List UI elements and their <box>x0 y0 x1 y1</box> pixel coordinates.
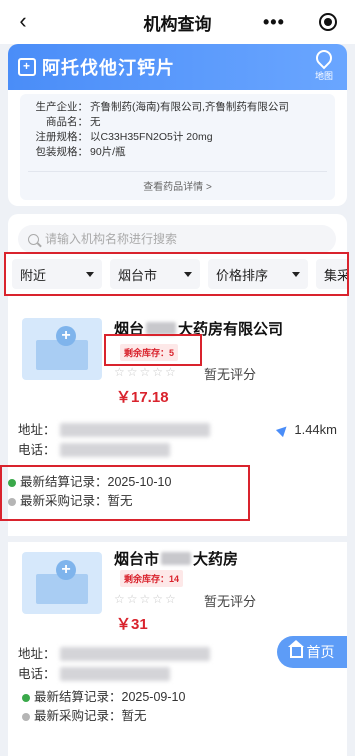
rating-text: 暂无评分 <box>204 594 257 609</box>
filter-bar: 附近 烟台市 价格排序 集采 <box>4 252 349 296</box>
store-name: 烟台市 大药房 <box>114 548 238 569</box>
purchase-record-text: 最新采购记录：暂无 <box>20 494 133 508</box>
store-name-suffix: 大药房 <box>193 551 239 568</box>
filter-price-sort[interactable]: 价格排序 <box>208 259 308 289</box>
search-input[interactable] <box>45 232 305 246</box>
grey-dot-icon <box>8 497 16 506</box>
info-value: 齐鲁制药(海南)有限公司,齐鲁制药有限公司 <box>90 101 289 113</box>
info-row-manufacturer: 生产企业： 齐鲁制药(海南)有限公司,齐鲁制药有限公司 <box>28 100 327 115</box>
purchase-record-text: 最新采购记录：暂无 <box>34 709 147 723</box>
info-row-package: 包装规格： 90片/瓶 <box>28 145 327 160</box>
settle-record-text: 最新结算记录：2025-10-10 <box>20 475 172 489</box>
home-label: 首页 <box>306 644 335 660</box>
settle-record: 最新结算记录：2025-09-10 <box>8 688 347 707</box>
stock-badge: 剩余库存：14 <box>120 570 184 587</box>
filter-label: 附近 <box>20 267 47 283</box>
info-key: 生产企业： <box>35 101 89 113</box>
address-label: 地址： <box>18 423 56 437</box>
stock-badge: 剩余库存：5 <box>120 344 179 361</box>
map-pin-icon <box>312 46 336 70</box>
filter-city[interactable]: 烟台市 <box>110 259 200 289</box>
distance[interactable]: 1.44km <box>276 420 337 440</box>
info-key: 商品名： <box>46 116 88 128</box>
medicine-icon <box>18 58 36 76</box>
distance-value: 1.44km <box>294 422 337 437</box>
filter-label: 烟台市 <box>118 267 158 283</box>
records-highlight-box: 最新结算记录：2025-10-10 最新采购记录：暂无 <box>0 465 250 521</box>
drug-name: 阿托伐他汀钙片 <box>42 58 175 78</box>
phone-line: 电话： <box>18 440 337 460</box>
pharmacy-image: + <box>22 318 102 380</box>
home-button[interactable]: 首页 <box>277 636 347 668</box>
address-line: 地址： 1.44km <box>18 420 337 440</box>
search-icon <box>28 233 39 245</box>
info-value: 以C33H35FN2O5计 20mg <box>90 131 213 143</box>
phone-label: 电话： <box>18 667 56 681</box>
search-box[interactable] <box>18 225 336 253</box>
rating-stars: ☆☆☆☆☆ <box>114 365 178 379</box>
drug-header: 阿托伐他汀钙片 地图 <box>8 44 347 90</box>
info-value: 无 <box>90 116 101 128</box>
price: ￥31 <box>116 616 148 633</box>
navigation-icon <box>276 422 291 438</box>
info-row-spec: 注册规格： 以C33H35FN2O5计 20mg <box>28 130 327 145</box>
grey-dot-icon <box>22 712 30 721</box>
page-title: 机构查询 <box>143 14 212 34</box>
info-row-trade-name: 商品名： 无 <box>28 115 327 130</box>
redacted-text <box>161 552 192 565</box>
info-value: 90片/瓶 <box>90 146 126 158</box>
home-icon <box>287 640 304 658</box>
purchase-record: 最新采购记录：暂无 <box>2 492 248 511</box>
drug-info-panel: 生产企业： 齐鲁制药(海南)有限公司,齐鲁制药有限公司 商品名： 无 注册规格：… <box>20 94 335 200</box>
store-name-prefix: 烟台市 <box>114 551 160 568</box>
redacted-address <box>59 647 210 661</box>
settle-record-text: 最新结算记录：2025-09-10 <box>34 690 186 704</box>
address-label: 地址： <box>18 647 56 661</box>
price: ￥17.18 <box>116 389 169 406</box>
filter-label: 集采 <box>324 267 349 283</box>
records: 最新结算记录：2025-09-10 最新采购记录：暂无 <box>8 688 347 726</box>
info-key: 包装规格： <box>35 146 89 158</box>
drug-detail-link[interactable]: 查看药品详情 > <box>28 171 327 193</box>
redacted-phone <box>59 667 170 681</box>
map-button[interactable]: 地图 <box>309 46 339 82</box>
filter-nearby[interactable]: 附近 <box>12 259 102 289</box>
drug-card: 阿托伐他汀钙片 地图 生产企业： 齐鲁制药(海南)有限公司,齐鲁制药有限公司 商… <box>8 44 347 206</box>
purchase-record: 最新采购记录：暂无 <box>8 707 347 726</box>
green-dot-icon <box>22 693 30 702</box>
phone-label: 电话： <box>18 443 56 457</box>
redacted-address <box>59 423 210 437</box>
info-key: 注册规格： <box>35 131 89 143</box>
map-label: 地图 <box>314 71 333 81</box>
chevron-left-icon: ‹ <box>19 8 27 33</box>
caret-down-icon <box>86 271 94 277</box>
mini-program-capsule: ••• <box>255 8 345 36</box>
navbar: ‹ 机构查询 ••• <box>0 0 355 44</box>
filter-procurement[interactable]: 集采 <box>316 259 349 289</box>
settle-record: 最新结算记录：2025-10-10 <box>2 473 248 492</box>
store-summary: + 烟台市 大药房 剩余库存：14 ☆☆☆☆☆ 暂无评分 ￥31 <box>8 542 347 638</box>
rating-stars: ☆☆☆☆☆ <box>114 592 178 606</box>
redacted-phone <box>59 443 170 457</box>
store-detail: 地址： 1.44km 电话： <box>8 420 347 460</box>
filter-label: 价格排序 <box>216 267 269 283</box>
pharmacy-image: + <box>22 552 102 614</box>
green-dot-icon <box>8 478 16 487</box>
caret-down-icon <box>184 271 192 277</box>
back-button[interactable]: ‹ <box>10 8 36 34</box>
store-summary: + 烟台 大药房有限公司 剩余库存：5 ☆☆☆☆☆ 暂无评分 ￥17.18 <box>8 304 347 406</box>
rating-text: 暂无评分 <box>204 367 257 382</box>
close-target-icon[interactable] <box>319 13 337 31</box>
more-button[interactable]: ••• <box>263 12 285 33</box>
caret-down-icon <box>292 271 300 277</box>
